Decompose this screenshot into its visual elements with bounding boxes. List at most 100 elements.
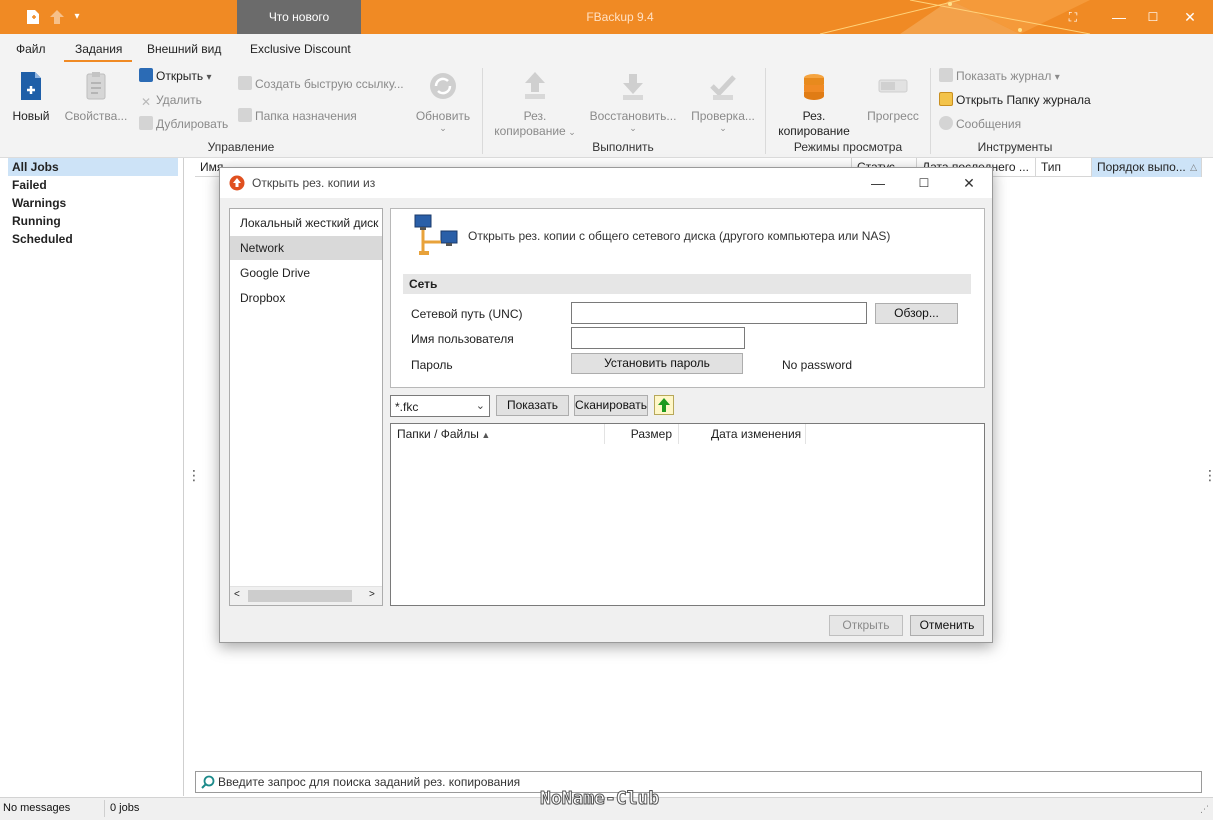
- delete-icon: ✕: [140, 95, 152, 109]
- new-document-icon: [21, 72, 41, 100]
- splitter-handle[interactable]: ⋮: [187, 468, 201, 482]
- refresh-dropdown-icon: ⌄: [439, 123, 447, 133]
- scan-button[interactable]: Сканировать: [574, 395, 648, 416]
- file-filter-select[interactable]: *.fkc ⌄: [390, 395, 490, 417]
- filter-warnings[interactable]: Warnings: [8, 194, 178, 212]
- restore-button[interactable]: Восстановить... ⌄: [588, 70, 678, 133]
- refresh-globe-icon: [430, 73, 456, 99]
- show-log-button[interactable]: Показать журнал ▾: [939, 68, 1060, 86]
- dialog-minimize-button[interactable]: —: [855, 168, 901, 198]
- new-job-button[interactable]: Новый: [8, 70, 54, 124]
- backup-button[interactable]: Рез. копирование ⌄: [490, 70, 580, 140]
- splitter-handle-right[interactable]: ⋮: [1203, 468, 1213, 482]
- quick-access-dropdown-icon[interactable]: ▾: [66, 6, 88, 28]
- column-date-modified[interactable]: Дата изменения: [679, 424, 806, 444]
- scrollbar-thumb[interactable]: [248, 590, 352, 602]
- properties-label: Свойства...: [64, 109, 128, 123]
- column-order[interactable]: Порядок выпо... △: [1092, 158, 1202, 177]
- duplicate-icon: [139, 116, 153, 130]
- refresh-button[interactable]: Обновить ⌄: [412, 70, 474, 133]
- job-search-bar[interactable]: Введите запрос для поиска заданий рез. к…: [195, 771, 1202, 793]
- restore-label: Восстановить...: [589, 109, 677, 123]
- group-tools-label: Инструменты: [977, 140, 1053, 154]
- checkmark-icon: [710, 75, 736, 100]
- close-button[interactable]: ✕: [1167, 0, 1213, 34]
- filter-all-jobs[interactable]: All Jobs: [8, 158, 178, 176]
- password-label: Пароль: [411, 358, 453, 372]
- view-backup-button[interactable]: Рез. копирование: [772, 70, 856, 139]
- tab-jobs[interactable]: Задания: [75, 42, 122, 56]
- username-input[interactable]: [571, 327, 745, 349]
- restore-dropdown-icon: ⌄: [629, 123, 637, 133]
- ribbon-separator: [482, 68, 483, 154]
- duplicate-button[interactable]: Дублировать: [139, 116, 228, 132]
- open-button-dialog[interactable]: Открыть: [829, 615, 903, 636]
- tab-view[interactable]: Внешний вид: [147, 42, 221, 56]
- sort-ascending-icon: ▲: [478, 430, 491, 440]
- open-dropdown-icon: ▾: [206, 72, 212, 83]
- source-local-disk[interactable]: Локальный жесткий диск: [230, 211, 382, 235]
- app-title: FBackup 9.4: [586, 10, 654, 24]
- group-manage-label: Управление: [207, 140, 275, 154]
- show-button[interactable]: Показать: [496, 395, 569, 416]
- column-type[interactable]: Тип: [1036, 158, 1092, 177]
- show-log-dropdown-icon: ▾: [1054, 72, 1060, 83]
- column-size[interactable]: Размер: [605, 424, 679, 444]
- duplicate-label: Дублировать: [156, 117, 229, 131]
- source-google-drive[interactable]: Google Drive: [230, 261, 382, 285]
- log-folder-icon: [939, 92, 953, 106]
- chevron-down-icon: ⌄: [475, 400, 485, 412]
- show-log-label: Показать журнал: [956, 69, 1052, 83]
- check-label: Проверка...: [691, 109, 755, 123]
- check-button[interactable]: Проверка... ⌄: [688, 70, 758, 133]
- tab-exclusive-discount[interactable]: Exclusive Discount: [250, 42, 351, 56]
- up-arrow-icon[interactable]: [46, 6, 68, 28]
- source-list-scrollbar[interactable]: < >: [230, 586, 382, 605]
- network-computers-icon: [414, 214, 458, 255]
- scroll-right-icon[interactable]: >: [369, 589, 375, 600]
- open-log-folder-button[interactable]: Открыть Папку журнала: [939, 92, 1091, 108]
- log-icon: [939, 68, 953, 82]
- view-backup-label-1: Рез.: [802, 109, 826, 123]
- progress-button[interactable]: Прогресс: [862, 70, 924, 124]
- set-password-button[interactable]: Установить пароль: [571, 353, 743, 374]
- search-placeholder: Введите запрос для поиска заданий рез. к…: [218, 775, 521, 789]
- cancel-button[interactable]: Отменить: [910, 615, 984, 636]
- filter-scheduled[interactable]: Scheduled: [8, 230, 178, 248]
- up-folder-button[interactable]: [654, 395, 674, 415]
- resize-grip-icon[interactable]: ⋰: [1200, 804, 1209, 815]
- scroll-left-icon[interactable]: <: [234, 589, 240, 600]
- status-divider: [104, 800, 105, 817]
- no-password-status: No password: [782, 358, 853, 372]
- screenshot-icon[interactable]: ⛶: [1050, 0, 1096, 34]
- column-folders-files-label: Папки / Файлы: [397, 427, 479, 441]
- view-backup-label-2: копирование: [778, 124, 850, 138]
- unc-path-input[interactable]: [571, 302, 867, 324]
- source-dropbox[interactable]: Dropbox: [230, 286, 382, 310]
- delete-button[interactable]: ✕ Удалить: [139, 92, 202, 109]
- create-quicklink-button[interactable]: Создать быструю ссылку...: [238, 76, 404, 92]
- source-list: Локальный жесткий диск Network Google Dr…: [229, 208, 383, 606]
- filter-failed[interactable]: Failed: [8, 176, 178, 194]
- dialog-app-icon: [229, 175, 245, 191]
- column-order-label: Порядок выпо...: [1097, 160, 1186, 174]
- open-button[interactable]: Открыть ▾: [139, 68, 212, 86]
- folder-icon: [238, 108, 252, 122]
- dialog-maximize-button[interactable]: ☐: [901, 168, 947, 198]
- filter-running[interactable]: Running: [8, 212, 178, 230]
- new-file-icon[interactable]: [22, 6, 44, 28]
- column-folders-files[interactable]: Папки / Файлы ▲: [391, 424, 605, 444]
- dialog-close-button[interactable]: ✕: [946, 168, 992, 198]
- properties-button[interactable]: Свойства...: [64, 70, 128, 124]
- messages-button[interactable]: Сообщения: [939, 116, 1021, 132]
- tab-file[interactable]: Файл: [16, 42, 46, 56]
- whats-new-tab[interactable]: Что нового: [237, 0, 361, 34]
- destination-folder-label: Папка назначения: [255, 109, 357, 123]
- database-coins-icon: [804, 74, 824, 100]
- status-jobs-count: 0 jobs: [110, 802, 140, 814]
- username-label: Имя пользователя: [411, 332, 514, 346]
- source-network[interactable]: Network: [230, 236, 382, 260]
- destination-folder-button[interactable]: Папка назначения: [238, 108, 357, 124]
- backup-label-1: Рез.: [523, 109, 547, 123]
- browse-button[interactable]: Обзор...: [875, 303, 958, 324]
